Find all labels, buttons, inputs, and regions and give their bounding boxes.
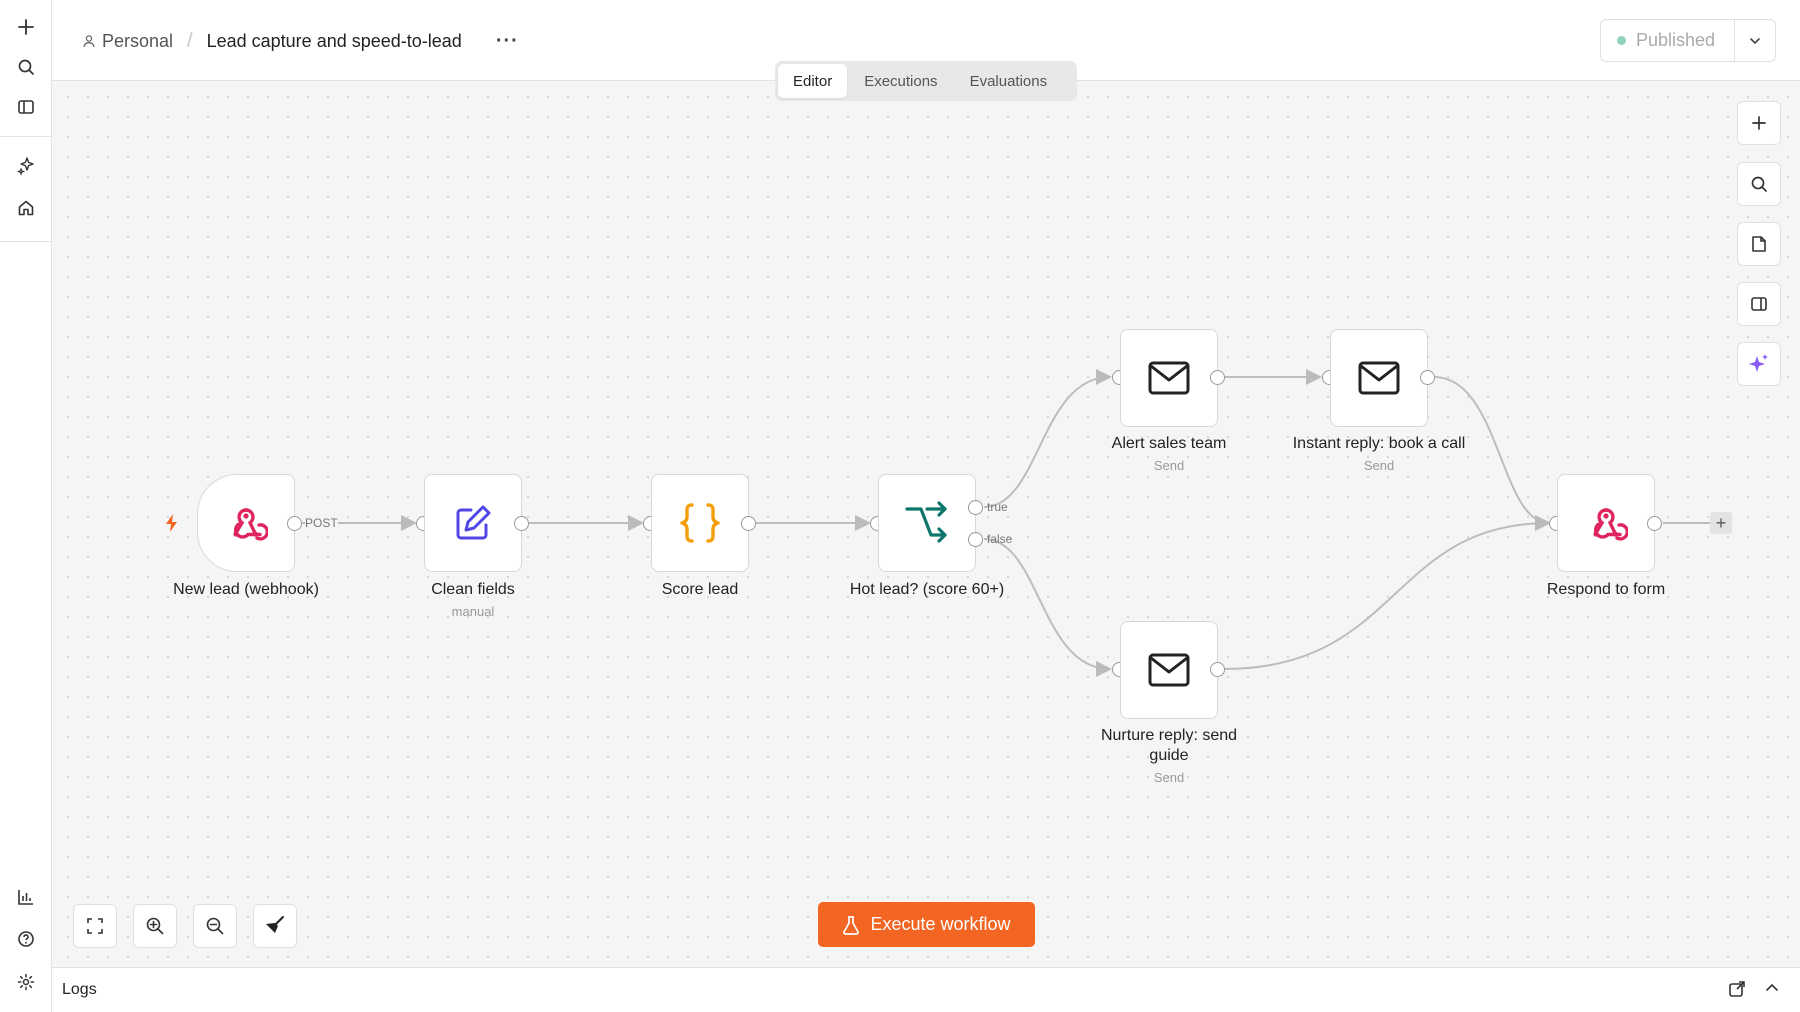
user-icon xyxy=(83,35,95,48)
node-label: Instant reply: book a call xyxy=(1292,435,1466,452)
execute-workflow-button[interactable]: Execute workflow xyxy=(818,902,1035,947)
publish-control: Published xyxy=(1600,19,1776,62)
add-icon[interactable] xyxy=(10,11,42,43)
breadcrumb-separator: / xyxy=(187,29,193,52)
node-respond-to-form[interactable] xyxy=(1557,474,1655,572)
node-sublabel: Send xyxy=(1153,770,1185,785)
node-label: Alert sales team xyxy=(1111,435,1227,452)
add-node-button[interactable] xyxy=(1737,101,1781,145)
sidebar-toggle-icon[interactable] xyxy=(10,91,42,123)
node-label: Score lead xyxy=(661,581,739,598)
fit-view-icon xyxy=(87,918,103,934)
trigger-bolt-icon xyxy=(166,514,177,532)
tab-editor[interactable]: Editor xyxy=(778,64,848,98)
rail-divider xyxy=(0,241,51,242)
left-sidebar xyxy=(0,0,52,1012)
output-handle[interactable] xyxy=(1647,516,1662,531)
chevron-down-icon xyxy=(1750,37,1760,44)
zoom-in-icon xyxy=(146,917,164,935)
publish-status-label: Published xyxy=(1636,30,1716,50)
output-handle[interactable] xyxy=(1210,662,1225,677)
search-icon xyxy=(1751,176,1767,192)
node-label: Nurture reply: send guide xyxy=(1100,727,1238,764)
branch-icon xyxy=(905,501,947,543)
publish-status-button[interactable]: Published xyxy=(1601,20,1734,61)
tab-evaluations[interactable]: Evaluations xyxy=(955,64,1063,98)
output-handle-false[interactable] xyxy=(968,532,983,547)
edge-label-false: false xyxy=(987,532,1013,546)
edge-label-true: true xyxy=(987,500,1008,514)
tidy-up-button[interactable] xyxy=(253,904,297,948)
node-nurture-reply[interactable] xyxy=(1120,621,1218,719)
zoom-out-button[interactable] xyxy=(193,904,237,948)
mail-icon xyxy=(1358,361,1400,395)
fit-view-button[interactable] xyxy=(73,904,117,948)
edit-icon xyxy=(456,505,491,540)
help-icon[interactable] xyxy=(10,923,42,955)
output-handle[interactable] xyxy=(1420,370,1435,385)
ai-assistant-button[interactable] xyxy=(1737,342,1781,386)
expand-logs-button[interactable] xyxy=(1764,980,1780,1001)
node-label: Respond to form xyxy=(1546,581,1666,598)
node-new-lead-webhook[interactable] xyxy=(197,474,295,572)
zoom-in-button[interactable] xyxy=(133,904,177,948)
node-sublabel: manual xyxy=(451,604,495,619)
settings-gear-icon[interactable] xyxy=(10,966,42,998)
chevron-up-icon xyxy=(1766,983,1778,991)
mail-icon xyxy=(1148,653,1190,687)
search-nodes-button[interactable] xyxy=(1737,162,1781,206)
panel-right-icon xyxy=(1751,297,1767,311)
node-label: Hot lead? (score 60+) xyxy=(849,581,1005,598)
node-sublabel: Send xyxy=(1153,458,1185,473)
workflow-name[interactable]: Lead capture and speed-to-lead xyxy=(207,31,462,52)
output-handle[interactable] xyxy=(1210,370,1225,385)
more-options-button[interactable]: ··· xyxy=(496,30,519,53)
breadcrumb: Personal / Lead capture and speed-to-lea… xyxy=(82,28,519,54)
node-score-lead[interactable] xyxy=(651,474,749,572)
mail-icon xyxy=(1148,361,1190,395)
node-label: New lead (webhook) xyxy=(173,581,319,598)
ai-sparkles-icon[interactable] xyxy=(10,150,42,182)
insights-chart-icon[interactable] xyxy=(10,881,42,913)
output-handle-true[interactable] xyxy=(968,500,983,515)
node-alert-sales-team[interactable] xyxy=(1120,329,1218,427)
logs-panel[interactable]: Logs xyxy=(52,967,1800,1012)
edge-label-post: POST xyxy=(305,516,338,530)
zoom-out-icon xyxy=(206,917,224,935)
toggle-panel-button[interactable] xyxy=(1737,282,1781,326)
popout-icon xyxy=(1729,981,1745,997)
view-tabs: Editor Executions Evaluations xyxy=(775,61,1077,101)
flask-icon xyxy=(843,915,860,935)
output-handle[interactable] xyxy=(287,516,302,531)
ai-sparkle-icon xyxy=(1749,354,1768,372)
output-handle[interactable] xyxy=(741,516,756,531)
broom-icon xyxy=(266,916,284,933)
node-label: Clean fields xyxy=(431,581,515,598)
rail-divider xyxy=(0,136,51,137)
node-hot-lead-if[interactable] xyxy=(878,474,976,572)
sticky-note-button[interactable] xyxy=(1737,222,1781,266)
popout-button[interactable] xyxy=(1728,980,1746,1003)
add-next-node-button[interactable]: + xyxy=(1710,512,1732,534)
breadcrumb-project[interactable]: Personal xyxy=(82,31,173,52)
node-instant-reply[interactable] xyxy=(1330,329,1428,427)
code-braces-icon xyxy=(680,503,720,543)
webhook-icon xyxy=(233,508,268,541)
plus-icon xyxy=(1752,116,1766,130)
webhook-icon xyxy=(1593,508,1628,541)
output-handle[interactable] xyxy=(514,516,529,531)
breadcrumb-project-label: Personal xyxy=(102,30,174,51)
logs-title: Logs xyxy=(62,981,97,998)
sticky-note-icon xyxy=(1752,236,1766,252)
search-icon[interactable] xyxy=(10,51,42,83)
node-sublabel: Send xyxy=(1363,458,1395,473)
node-clean-fields[interactable] xyxy=(424,474,522,572)
home-icon[interactable] xyxy=(10,192,42,224)
publish-dropdown-button[interactable] xyxy=(1734,20,1775,61)
tab-executions[interactable]: Executions xyxy=(849,64,952,98)
status-dot xyxy=(1617,36,1626,45)
execute-workflow-label: Execute workflow xyxy=(870,914,1011,934)
